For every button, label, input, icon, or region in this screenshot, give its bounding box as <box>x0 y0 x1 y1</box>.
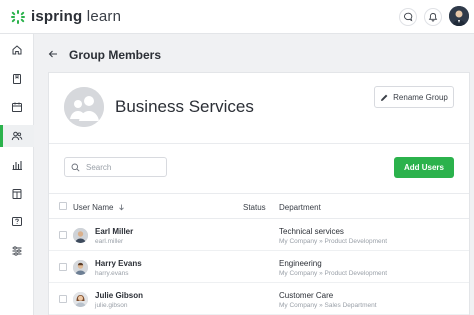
rename-group-button[interactable]: Rename Group <box>374 86 454 108</box>
chat-icon <box>404 12 413 22</box>
sort-down-icon <box>118 204 124 211</box>
row-checkbox[interactable] <box>59 263 67 271</box>
table-row[interactable]: Harry Evans harry.evans Engineering My C… <box>49 251 469 283</box>
sidebar-item-users[interactable] <box>0 125 34 147</box>
rename-group-label: Rename Group <box>393 92 448 102</box>
sidebar-item-help[interactable] <box>0 211 34 233</box>
table-row[interactable]: Julie Gibson julie.gibson Customer Care … <box>49 283 469 315</box>
user-login: earl.miller <box>95 238 124 245</box>
group-avatar <box>64 87 104 127</box>
user-login: julie.gibson <box>95 302 128 309</box>
calendar-icon <box>12 102 22 112</box>
table-header: User Name Status Department <box>49 193 469 219</box>
sidebar-item-reports[interactable] <box>0 154 34 176</box>
user-name[interactable]: Earl Miller <box>95 227 133 236</box>
group-name: Business Services <box>115 97 254 116</box>
document-icon <box>12 189 22 199</box>
row-checkbox[interactable] <box>59 295 67 303</box>
user-department: Customer Care <box>279 291 334 300</box>
settings-sliders-icon <box>12 246 22 256</box>
user-name[interactable]: Julie Gibson <box>95 291 143 300</box>
page-title: Group Members <box>69 48 162 62</box>
column-label-user-name: User Name <box>73 203 114 212</box>
user-photo-icon <box>73 228 88 243</box>
logo-text: ispring learn <box>31 8 122 25</box>
sidebar-item-home[interactable] <box>0 39 34 61</box>
user-avatar[interactable] <box>449 6 469 26</box>
pencil-icon <box>381 94 388 101</box>
user-avatar <box>73 292 88 307</box>
department-path: My Company » Sales Department <box>279 302 377 309</box>
top-bar: ispring learn <box>0 0 474 34</box>
user-photo-icon <box>449 6 469 26</box>
department-path: My Company » Product Development <box>279 270 388 277</box>
column-header-user-name[interactable]: User Name <box>73 203 125 212</box>
user-login: harry.evans <box>95 270 129 277</box>
column-header-department[interactable]: Department <box>279 203 321 212</box>
select-all-checkbox[interactable] <box>59 202 67 210</box>
users-icon <box>11 131 23 141</box>
chat-button[interactable] <box>399 8 417 26</box>
divider <box>49 143 469 144</box>
sidebar <box>0 34 34 315</box>
page-header: Group Members <box>34 34 474 74</box>
book-icon <box>13 74 21 84</box>
row-checkbox[interactable] <box>59 231 67 239</box>
sidebar-item-documents[interactable] <box>0 183 34 205</box>
table-row[interactable]: Earl Miller earl.miller Technical servic… <box>49 219 469 251</box>
question-icon <box>12 217 22 226</box>
group-card: Business Services Rename Group Add Users… <box>48 72 470 315</box>
search-field[interactable] <box>64 157 167 177</box>
ispring-logo-icon <box>11 9 25 24</box>
user-name[interactable]: Harry Evans <box>95 259 142 268</box>
search-icon <box>71 163 80 172</box>
home-icon <box>12 45 22 55</box>
bell-icon <box>428 13 438 22</box>
notifications-button[interactable] <box>424 8 442 26</box>
group-placeholder-icon <box>64 87 104 127</box>
user-photo-icon <box>73 260 88 275</box>
sidebar-item-settings[interactable] <box>0 240 34 262</box>
back-arrow-icon[interactable] <box>47 48 59 60</box>
user-department: Technical services <box>279 227 344 236</box>
column-header-status[interactable]: Status <box>243 203 266 212</box>
user-department: Engineering <box>279 259 322 268</box>
sidebar-item-library[interactable] <box>0 68 34 90</box>
sidebar-item-calendar[interactable] <box>0 96 34 118</box>
add-users-button[interactable]: Add Users <box>394 157 454 178</box>
app-logo[interactable]: ispring learn <box>10 8 121 25</box>
search-input[interactable] <box>86 162 156 172</box>
chart-icon <box>12 161 22 171</box>
user-avatar <box>73 260 88 275</box>
user-photo-icon <box>73 292 88 307</box>
department-path: My Company » Product Development <box>279 238 388 245</box>
user-avatar <box>73 228 88 243</box>
